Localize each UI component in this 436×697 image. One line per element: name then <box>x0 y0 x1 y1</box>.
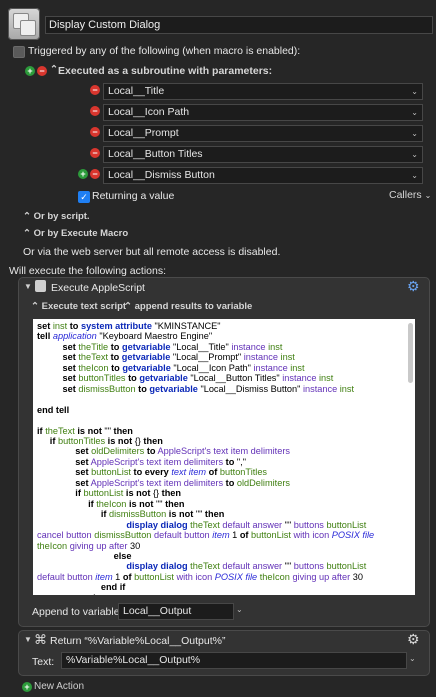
text-label: Text: <box>32 656 55 668</box>
command-icon: ⌘ <box>34 632 47 647</box>
chevron-updown-icon: ⌄ <box>424 191 432 200</box>
web-server-note: Or via the web server but all remote acc… <box>23 246 281 258</box>
remove-param-icon[interactable]: − <box>90 127 100 137</box>
chevron-down-icon[interactable]: ⌄ <box>411 147 418 162</box>
remove-param-icon[interactable]: − <box>90 106 100 116</box>
param-field[interactable]: Local__Dismiss Button ⌄ <box>103 167 423 184</box>
script-scrollbar[interactable] <box>408 323 413 383</box>
param-field[interactable]: Local__Icon Path ⌄ <box>103 104 423 121</box>
or-by-script-row[interactable]: ⌃ Or by script. <box>23 211 90 222</box>
gear-icon[interactable]: ⚙ <box>407 278 420 295</box>
execute-option-menu[interactable]: ⌃ Execute text script <box>31 301 126 312</box>
chevron-down-icon[interactable]: ⌄ <box>411 84 418 99</box>
gear-icon[interactable]: ⚙ <box>407 631 420 648</box>
disclosure-triangle-icon[interactable]: ▼ <box>24 282 32 291</box>
returning-label: Returning a value <box>92 190 175 202</box>
actions-header: Will execute the following actions: <box>9 265 166 277</box>
chevron-down-icon[interactable]: ⌄ <box>411 168 418 183</box>
trigger-checkbox[interactable] <box>13 46 25 58</box>
chevron-down-icon[interactable]: ⌄ <box>409 654 416 663</box>
remove-param-icon[interactable]: − <box>90 169 100 179</box>
disclosure-triangle-icon[interactable]: ▼ <box>24 635 32 644</box>
append-label: Append to variable: <box>32 606 123 618</box>
trigger-label: Triggered by any of the following (when … <box>28 45 301 57</box>
result-option-menu[interactable]: ⌃ append results to variable <box>124 301 252 312</box>
chevron-down-icon[interactable]: ⌄ <box>236 605 243 614</box>
script-editor[interactable]: set inst to system attribute "KMINSTANCE… <box>33 319 415 595</box>
chevron-down-icon[interactable]: ⌄ <box>411 126 418 141</box>
chevron-updown-icon: ⌃ <box>31 301 39 312</box>
remove-trigger-icon[interactable]: − <box>37 66 47 76</box>
applescript-title: Execute AppleScript <box>51 282 145 294</box>
plus-circle-icon[interactable]: + <box>22 682 32 692</box>
chevron-updown-icon: ⌃ <box>124 301 132 312</box>
append-variable-field[interactable]: Local__Output <box>118 603 234 620</box>
chevron-down-icon[interactable]: ⌄ <box>411 105 418 120</box>
add-trigger-icon[interactable]: + <box>25 66 35 76</box>
or-by-execute-macro-row[interactable]: ⌃ Or by Execute Macro <box>23 228 128 239</box>
remove-param-icon[interactable]: − <box>90 148 100 158</box>
script-icon <box>35 280 46 292</box>
return-text-field[interactable]: %Variable%Local__Output% <box>61 652 407 669</box>
new-action-button[interactable]: New Action <box>34 681 84 692</box>
param-field[interactable]: Local__Prompt ⌄ <box>103 125 423 142</box>
callers-menu[interactable]: Callers ⌄ <box>389 189 431 201</box>
add-param-icon[interactable]: + <box>78 169 88 179</box>
returning-checkbox[interactable]: ✓ <box>78 191 90 203</box>
return-title: Return “%Variable%Local__Output%” <box>50 635 226 647</box>
subroutine-label[interactable]: Executed as a subroutine with parameters… <box>58 65 272 77</box>
chevron-updown-icon: ⌃ <box>23 211 31 222</box>
param-field[interactable]: Local__Title ⌄ <box>103 83 423 100</box>
remove-param-icon[interactable]: − <box>90 85 100 95</box>
chevron-updown-icon: ⌃ <box>23 228 31 239</box>
macro-name-field[interactable]: Display Custom Dialog <box>45 16 433 34</box>
param-field[interactable]: Local__Button Titles ⌄ <box>103 146 423 163</box>
chevron-updown-icon[interactable]: ⌃ <box>50 64 58 75</box>
macro-icon[interactable] <box>8 8 40 40</box>
